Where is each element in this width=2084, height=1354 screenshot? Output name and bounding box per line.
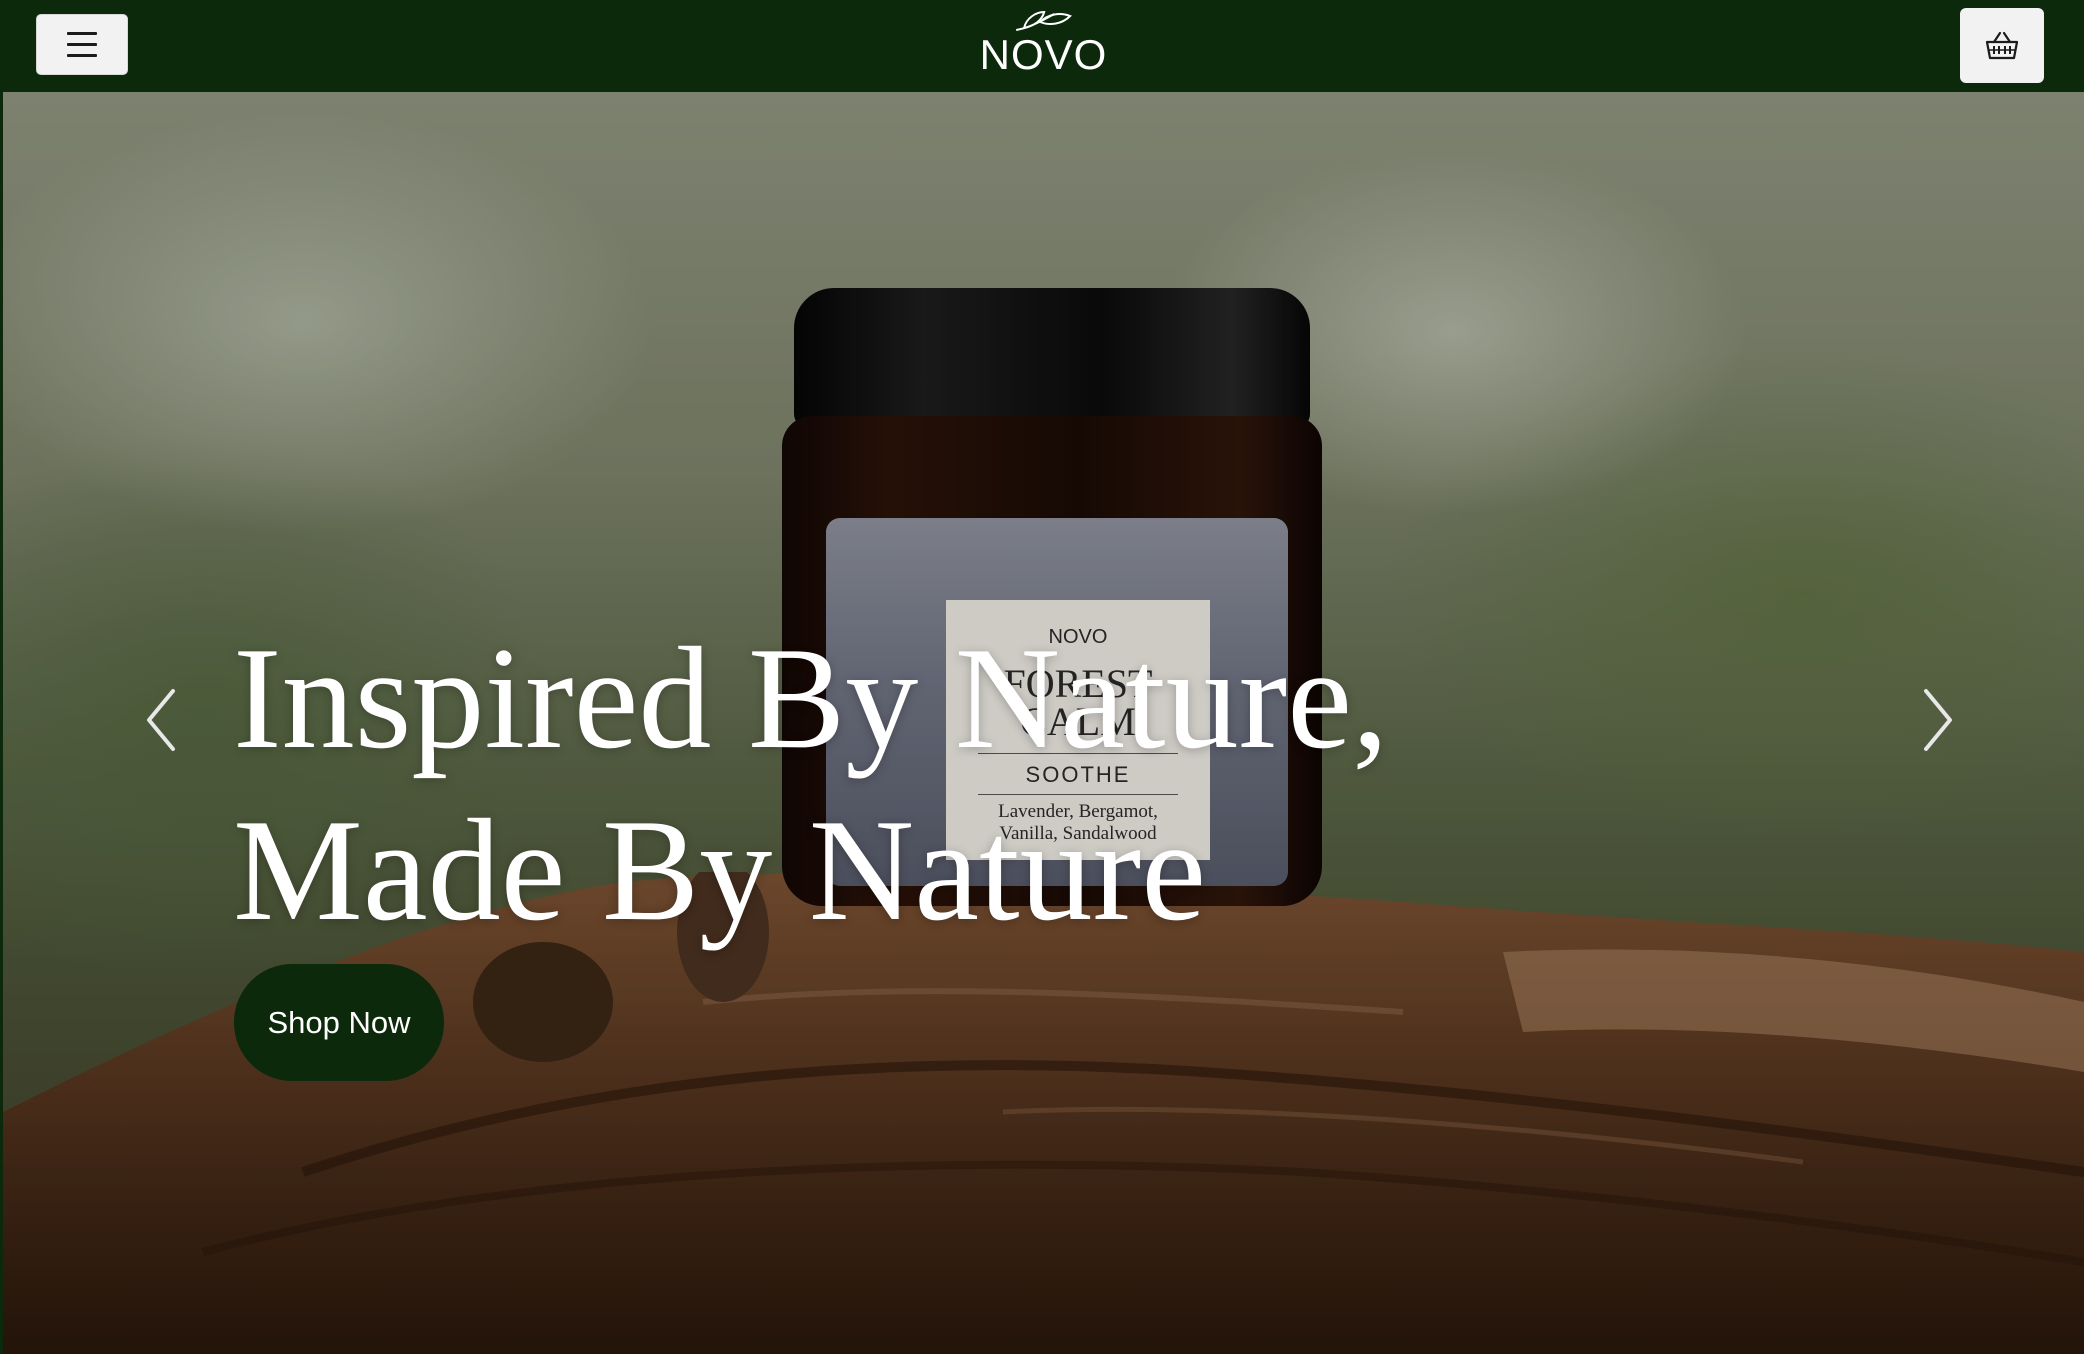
- site-logo[interactable]: NOVO: [980, 6, 1108, 76]
- cart-button[interactable]: [1960, 8, 2044, 83]
- logo-text: NOVO: [979, 31, 1108, 78]
- shop-now-button[interactable]: Shop Now: [234, 964, 444, 1081]
- chevron-right-icon[interactable]: [1918, 685, 1958, 755]
- chevron-left-icon[interactable]: [141, 685, 181, 755]
- hero-carousel: NOVO FOREST CALM SOOTHE Lavender, Bergam…: [3, 92, 2084, 1354]
- top-navigation-bar: NOVO: [3, 0, 2084, 92]
- hero-headline: Inspired By Nature, Made By Nature: [233, 617, 1389, 951]
- hamburger-menu-icon: [67, 32, 97, 35]
- shopping-basket-icon: [1985, 31, 2019, 59]
- menu-toggle-button[interactable]: [36, 14, 128, 75]
- leaf-icon: [1016, 10, 1073, 31]
